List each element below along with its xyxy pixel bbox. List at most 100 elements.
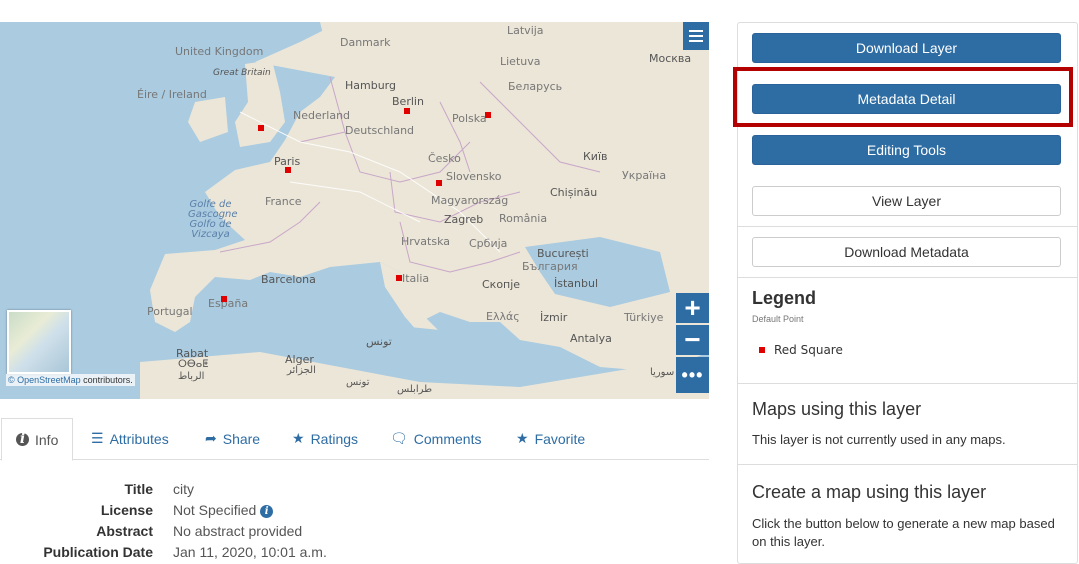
tab-comments[interactable]: 🗨 Comments (390, 418, 481, 459)
abstract-label: Abstract (96, 523, 153, 539)
map-label: Golfe de Gascogne Golfo de Vizcaya (188, 199, 238, 240)
map-feature-marker[interactable] (485, 112, 491, 118)
zoom-in-button[interactable]: + (676, 292, 709, 323)
download-metadata-button[interactable]: Download Metadata (752, 237, 1061, 267)
map-feature-marker[interactable] (258, 125, 264, 131)
hamburger-icon (689, 30, 703, 42)
map-feature-marker[interactable] (436, 180, 442, 186)
map-label: Lietuva (500, 55, 541, 68)
share-icon: ➦ (205, 430, 217, 446)
tab-label: Share (222, 430, 261, 447)
tab-info[interactable]: i Info (1, 418, 74, 461)
map-label: Barcelona (261, 273, 316, 286)
map-viewer[interactable]: United Kingdom Great Britain Éire / Irel… (0, 22, 709, 399)
basemap-switcher[interactable] (7, 310, 71, 374)
divider (738, 383, 1077, 384)
title-value: city (173, 481, 194, 497)
tab-label: Attributes (109, 430, 169, 447)
map-label: Česko (428, 152, 461, 165)
map-label: United Kingdom (175, 45, 264, 58)
map-label: Portugal (147, 305, 193, 318)
map-label: Berlin (392, 95, 424, 108)
info-icon: i (16, 432, 29, 446)
map-label: France (265, 195, 302, 208)
layer-tabs: i Info ☰ Attributes ➦ Share ★ Ratings 🗨 … (0, 418, 709, 461)
map-label: España (208, 297, 249, 310)
license-label: License (100, 502, 153, 518)
map-feature-marker[interactable] (404, 108, 410, 114)
pubdate-value: Jan 11, 2020, 10:01 a.m. (173, 544, 327, 560)
editing-tools-button[interactable]: Editing Tools (752, 135, 1061, 165)
map-label: تونس (366, 335, 392, 348)
highlight-box (733, 67, 1073, 127)
ellipsis-icon: ••• (681, 364, 704, 385)
map-label: Éire / Ireland (137, 88, 207, 101)
map-label: İstanbul (554, 277, 599, 290)
maps-using-text: This layer is not currently used in any … (752, 432, 1006, 447)
license-value-wrap: Not Specified i (173, 502, 274, 518)
download-layer-button[interactable]: Download Layer (752, 33, 1061, 63)
more-tools-button[interactable]: ••• (676, 357, 709, 393)
info-icon[interactable]: i (260, 504, 274, 518)
map-label: Slovensko (446, 170, 502, 183)
title-label: Title (124, 481, 153, 497)
map-feature-marker[interactable] (221, 296, 227, 302)
map-label: طرابلس (397, 384, 433, 395)
map-attribution: © OpenStreetMap contributors. (6, 374, 135, 386)
map-label: Magyarország (431, 194, 509, 207)
divider (738, 277, 1077, 278)
map-label: ⵔⴱⴰⵟ (178, 359, 209, 370)
abstract-value: No abstract provided (173, 523, 303, 539)
divider (738, 464, 1077, 465)
divider (738, 226, 1077, 227)
map-feature-marker[interactable] (285, 167, 291, 173)
plus-icon: + (684, 292, 701, 323)
legend-style-name: Default Point (752, 314, 804, 324)
comment-icon: 🗨 (390, 430, 408, 446)
legend-swatch (759, 347, 765, 353)
tab-favorite[interactable]: ★ Favorite (516, 418, 585, 459)
map-label: Danmark (340, 36, 391, 49)
minus-icon: − (684, 324, 701, 355)
map-label: İzmir (540, 311, 568, 324)
map-label: Hrvatska (401, 235, 451, 248)
map-label: Беларусь (508, 80, 563, 93)
osm-link[interactable]: © OpenStreetMap (8, 375, 81, 385)
star-icon: ★ (516, 430, 529, 446)
star-icon: ★ (292, 430, 305, 446)
map-label: Polska (452, 112, 487, 125)
map-label: Antalya (570, 332, 612, 345)
tab-share[interactable]: ➦ Share (205, 418, 260, 459)
legend-title: Legend (752, 288, 817, 308)
layer-menu-button[interactable] (683, 22, 709, 50)
list-icon: ☰ (91, 430, 104, 446)
create-map-text: Click the button below to generate a new… (752, 516, 1055, 549)
tab-ratings[interactable]: ★ Ratings (292, 418, 358, 459)
map-label: Deutschland (345, 124, 415, 137)
tab-label: Favorite (534, 430, 586, 447)
maps-using-title: Maps using this layer (752, 399, 922, 419)
license-value: Not Specified (173, 502, 257, 518)
tab-label: Ratings (310, 430, 359, 447)
map-label: الجزائر (287, 365, 316, 376)
tab-label: Comments (413, 430, 482, 447)
map-label: Latvija (507, 24, 544, 37)
map-label: Hamburg (345, 79, 396, 92)
pubdate-label: Publication Date (43, 544, 153, 560)
attribution-text: contributors. (80, 375, 133, 385)
map-label: Ελλάς (486, 310, 520, 323)
map-label: București (537, 247, 589, 260)
map-label: Скопје (482, 278, 521, 291)
legend-item-label: Red Square (774, 343, 843, 357)
map-label: România (499, 212, 548, 225)
map-feature-marker[interactable] (396, 275, 402, 281)
view-layer-button[interactable]: View Layer (752, 186, 1061, 216)
map-label: България (522, 260, 578, 273)
tab-label: Info (35, 431, 59, 448)
map-label: Italia (402, 272, 430, 285)
map-label: Україна (622, 169, 667, 182)
tab-attributes[interactable]: ☰ Attributes (91, 418, 169, 459)
zoom-out-button[interactable]: − (676, 324, 709, 355)
map-label: الرباط (178, 371, 205, 382)
map-label: Chișinău (550, 186, 598, 199)
